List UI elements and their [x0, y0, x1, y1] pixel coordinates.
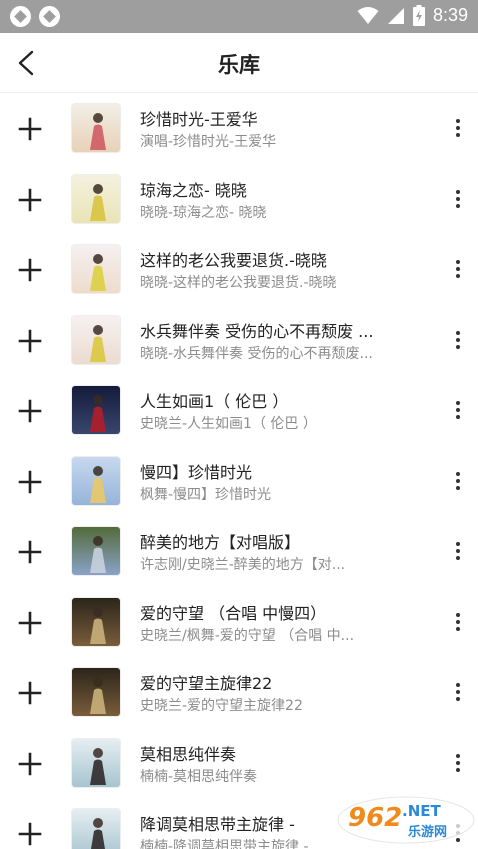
svg-text:乐游网: 乐游网 — [408, 824, 447, 840]
album-cover-image — [72, 245, 120, 293]
vpn-icon — [39, 6, 60, 27]
status-left-icons — [10, 6, 60, 27]
more-vertical-icon[interactable] — [448, 753, 468, 773]
more-vertical-icon[interactable] — [448, 541, 468, 561]
svg-text:.NET: .NET — [402, 802, 441, 820]
more-vertical-icon[interactable] — [448, 400, 468, 420]
plus-icon[interactable] — [18, 681, 42, 705]
song-subtitle: 史晓兰/枫舞-爱的守望 （合唱 中... — [140, 627, 355, 644]
song-subtitle: 晓晓-这样的老公我要退货.-晓晓 — [140, 275, 337, 291]
plus-icon[interactable] — [18, 188, 42, 212]
song-subtitle: 史晓兰-爱的守望主旋律22 — [140, 698, 303, 714]
song-title: 醉美的地方【对唱版】 — [140, 533, 301, 552]
svg-text:962: 962 — [348, 803, 402, 833]
vpn-icon — [10, 6, 31, 27]
song-list-item[interactable]: 人生如画1（ 伦巴 ） 史晓兰-人生如画1（ 伦巴 ） — [0, 375, 478, 446]
album-cover-image — [72, 456, 120, 505]
more-vertical-icon[interactable] — [448, 118, 468, 138]
header-bar: 乐库 — [0, 33, 478, 93]
plus-icon[interactable] — [18, 822, 42, 846]
plus-icon[interactable] — [18, 329, 42, 353]
album-cover-image — [72, 174, 120, 223]
song-title: 慢四】珍惜时光 — [140, 462, 253, 482]
song-list-item[interactable]: 水兵舞伴奏 受伤的心不再颓废 ... 晓晓-水兵舞伴奏 受伤的心不再颓废... — [0, 305, 478, 376]
album-cover-image — [72, 104, 120, 152]
song-title: 这样的老公我要退货.-晓晓 — [140, 251, 327, 270]
album-cover-image — [72, 668, 120, 716]
plus-icon[interactable] — [18, 117, 42, 141]
plus-icon[interactable] — [18, 470, 42, 494]
battery-charging-icon — [412, 5, 425, 26]
song-list-item[interactable]: 琼海之恋- 晓晓晓晓-琼海之恋- 晓晓 — [0, 164, 478, 235]
song-subtitle: 演唱-珍惜时光-王爱华 — [140, 134, 277, 150]
watermark-logo: 962 .NET 乐游网 — [337, 796, 475, 844]
more-vertical-icon[interactable] — [448, 682, 468, 702]
song-list: 珍惜时光-王爱华演唱-珍惜时光-王爱华琼海之恋- 晓晓晓晓-琼海之恋- 晓晓这样… — [0, 93, 478, 849]
song-title: 爱的守望主旋律22 — [140, 674, 273, 693]
plus-icon[interactable] — [18, 611, 42, 635]
wifi-icon — [357, 6, 379, 24]
plus-icon[interactable] — [18, 752, 42, 776]
status-right-icons: 8:39 — [357, 5, 468, 26]
album-cover-image — [72, 809, 120, 849]
more-vertical-icon[interactable] — [448, 259, 468, 279]
plus-icon[interactable] — [18, 540, 42, 564]
song-subtitle: 晓晓-琼海之恋- 晓晓 — [140, 204, 267, 221]
album-cover-image — [72, 738, 120, 787]
album-cover-image — [72, 386, 120, 434]
more-vertical-icon[interactable] — [448, 612, 468, 632]
more-vertical-icon[interactable] — [448, 471, 468, 491]
song-subtitle: 楠楠-莫相思纯伴奏 — [140, 768, 258, 785]
more-vertical-icon[interactable] — [448, 330, 468, 350]
album-cover-image — [72, 597, 120, 646]
plus-icon[interactable] — [18, 258, 42, 282]
song-list-item[interactable]: 莫相思纯伴奏楠楠-莫相思纯伴奏 — [0, 728, 478, 799]
status-time: 8:39 — [432, 5, 468, 25]
song-title: 莫相思纯伴奏 — [140, 744, 237, 764]
song-list-item[interactable]: 慢四】珍惜时光枫舞-慢四】珍惜时光 — [0, 446, 478, 517]
page-title: 乐库 — [218, 53, 260, 77]
album-cover-image — [72, 315, 120, 364]
song-subtitle: 许志刚/史晓兰-醉美的地方【对... — [140, 557, 346, 573]
plus-icon[interactable] — [18, 399, 42, 423]
song-list-item[interactable]: 爱的守望主旋律22 史晓兰-爱的守望主旋律22 — [0, 657, 478, 728]
song-list-item[interactable]: 爱的守望 （合唱 中慢四） 史晓兰/枫舞-爱的守望 （合唱 中... — [0, 587, 478, 658]
song-list-item[interactable]: 醉美的地方【对唱版】许志刚/史晓兰-醉美的地方【对... — [0, 516, 478, 587]
song-subtitle: 晓晓-水兵舞伴奏 受伤的心不再颓废... — [140, 345, 373, 362]
song-subtitle: 史晓兰-人生如画1（ 伦巴 ） — [140, 416, 317, 432]
song-title: 爱的守望 （合唱 中慢四） — [140, 603, 327, 623]
song-title: 珍惜时光-王爱华 — [140, 110, 258, 129]
status-bar: 8:39 — [0, 0, 478, 33]
album-cover-image — [72, 527, 120, 575]
more-vertical-icon[interactable] — [448, 189, 468, 209]
song-title: 琼海之恋- 晓晓 — [140, 180, 247, 200]
song-subtitle: 枫舞-慢四】珍惜时光 — [140, 486, 272, 503]
song-title: 人生如画1（ 伦巴 ） — [140, 392, 289, 411]
cell-signal-icon — [387, 7, 404, 24]
song-title: 水兵舞伴奏 受伤的心不再颓废 ... — [140, 321, 374, 341]
song-list-item[interactable]: 珍惜时光-王爱华演唱-珍惜时光-王爱华 — [0, 93, 478, 164]
song-list-item[interactable]: 这样的老公我要退货.-晓晓 晓晓-这样的老公我要退货.-晓晓 — [0, 234, 478, 305]
